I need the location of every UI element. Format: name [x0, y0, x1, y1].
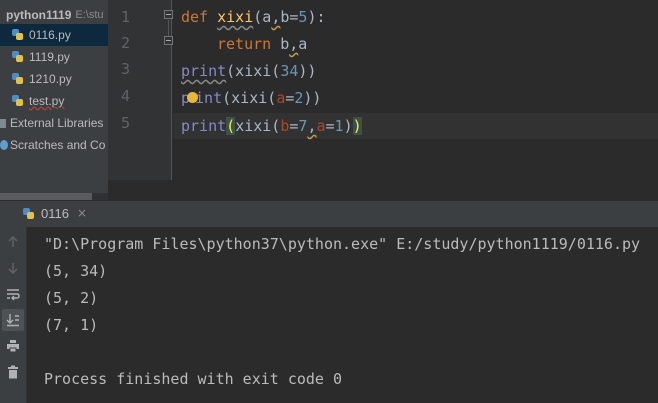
- code-token: ,: [289, 35, 299, 53]
- scroll-down-button[interactable]: [2, 257, 24, 279]
- library-icon: [0, 116, 8, 130]
- named-argument: a: [316, 117, 326, 135]
- line-number: 2: [120, 34, 130, 52]
- project-horizontal-scrollbar[interactable]: [0, 193, 108, 200]
- code-token: )): [298, 62, 317, 80]
- clear-all-button[interactable]: [2, 361, 24, 383]
- line-number: 4: [120, 87, 130, 105]
- code-token: (a: [253, 8, 272, 26]
- code-token: ):: [307, 8, 326, 26]
- console-command-line: "D:\Program Files\python37\python.exe" E…: [44, 235, 641, 253]
- console-output-line: (7, 1): [44, 316, 99, 334]
- number-literal: 1: [334, 117, 344, 135]
- run-tab-0116[interactable]: 0116 ×: [0, 201, 98, 228]
- scrollbar-thumb[interactable]: [0, 193, 92, 200]
- named-argument: a: [276, 89, 286, 107]
- printer-icon: [7, 340, 19, 353]
- scroll-to-end-icon: [6, 314, 19, 327]
- tree-file-1119[interactable]: 1119.py: [0, 46, 108, 68]
- code-token: b: [271, 35, 290, 53]
- console-output-line: (5, 2): [44, 289, 99, 307]
- tree-file-label: 1210.py: [29, 72, 72, 86]
- line-number: 5: [120, 114, 130, 132]
- tree-file-label: 1119.py: [29, 50, 70, 64]
- project-root-path: E:\stu: [75, 9, 104, 21]
- code-editor[interactable]: 1 2 3 4 5 def xixi(a,b=5): return b,a pr…: [108, 0, 658, 180]
- code-line-5[interactable]: print(xixi(b=7,a=1)): [181, 113, 362, 139]
- soft-wrap-button[interactable]: [2, 283, 24, 305]
- tree-external-libraries[interactable]: External Libraries: [0, 112, 108, 134]
- project-root[interactable]: python1119 E:\stu: [0, 4, 108, 26]
- project-tree: python1119 E:\stu 0116.py 1119.py 1210.p…: [0, 0, 108, 200]
- tree-file-label: test.py: [29, 94, 65, 108]
- run-tab-label: 0116: [41, 206, 69, 221]
- keyword: return: [217, 35, 272, 53]
- function-name: xixi: [217, 8, 254, 26]
- python-file-icon: [11, 28, 25, 42]
- line-number: 1: [120, 8, 130, 26]
- run-console[interactable]: "D:\Program Files\python37\python.exe" E…: [27, 227, 658, 403]
- matched-paren: ): [352, 117, 362, 135]
- builtin-name: int: [195, 89, 223, 107]
- matched-paren: (: [226, 117, 236, 135]
- builtin-name: print: [181, 117, 227, 135]
- number-literal: 34: [280, 62, 299, 80]
- close-icon[interactable]: ×: [77, 206, 87, 220]
- code-line-4[interactable]: p int(xixi(a=2)): [181, 85, 321, 111]
- code-token: ): [343, 117, 353, 135]
- soft-wrap-icon: [7, 289, 20, 301]
- trash-icon: [8, 365, 18, 379]
- code-token: =: [325, 117, 335, 135]
- tree-item-label: External Libraries: [10, 116, 104, 130]
- line-number: 3: [120, 60, 130, 78]
- tree-file-label: 0116.py: [29, 28, 71, 42]
- code-token: xixi(: [235, 117, 281, 135]
- fold-collapse-icon[interactable]: [164, 10, 173, 19]
- console-output-line: (5, 34): [44, 262, 108, 280]
- code-token: ,: [271, 8, 281, 26]
- tree-scratches[interactable]: Scratches and Co: [0, 134, 108, 156]
- code-line-3[interactable]: print(xixi(34)): [181, 58, 316, 84]
- code-line-1[interactable]: def xixi(a,b=5):: [181, 4, 326, 30]
- code-token: b=: [280, 8, 299, 26]
- code-token: a: [298, 35, 308, 53]
- tree-file-0116[interactable]: 0116.py: [0, 24, 108, 46]
- lightbulb-intention-icon[interactable]: [187, 92, 199, 103]
- arrow-down-icon: [8, 263, 18, 274]
- scratches-icon: [0, 140, 8, 150]
- console-exit-message: Process finished with exit code 0: [44, 370, 343, 388]
- tree-file-test[interactable]: test.py: [0, 90, 108, 112]
- scroll-to-end-button[interactable]: [2, 309, 24, 331]
- arrow-up-icon: [8, 236, 18, 247]
- code-token: (xixi(: [226, 62, 281, 80]
- fold-end-icon[interactable]: [164, 36, 173, 45]
- run-window-header: 0116 ×: [0, 200, 658, 228]
- fold-guide: [168, 20, 169, 36]
- builtin-name: print: [181, 62, 227, 80]
- editor-gutter: 1 2 3 4 5: [108, 0, 173, 180]
- python-file-icon: [11, 94, 25, 108]
- python-file-icon: [11, 50, 25, 64]
- python-file-icon: [11, 72, 25, 86]
- project-root-name: python1119: [6, 8, 72, 22]
- run-toolbar: [0, 227, 27, 403]
- scroll-up-button[interactable]: [2, 231, 24, 253]
- python-file-icon: [22, 207, 36, 221]
- code-token: (xixi(: [222, 89, 277, 107]
- tree-file-1210[interactable]: 1210.py: [0, 68, 108, 90]
- print-button[interactable]: [2, 335, 24, 357]
- tree-item-label: Scratches and Co: [10, 138, 106, 152]
- code-token: )): [303, 89, 322, 107]
- keyword: def: [181, 8, 209, 26]
- code-line-2[interactable]: return b,a: [217, 31, 307, 57]
